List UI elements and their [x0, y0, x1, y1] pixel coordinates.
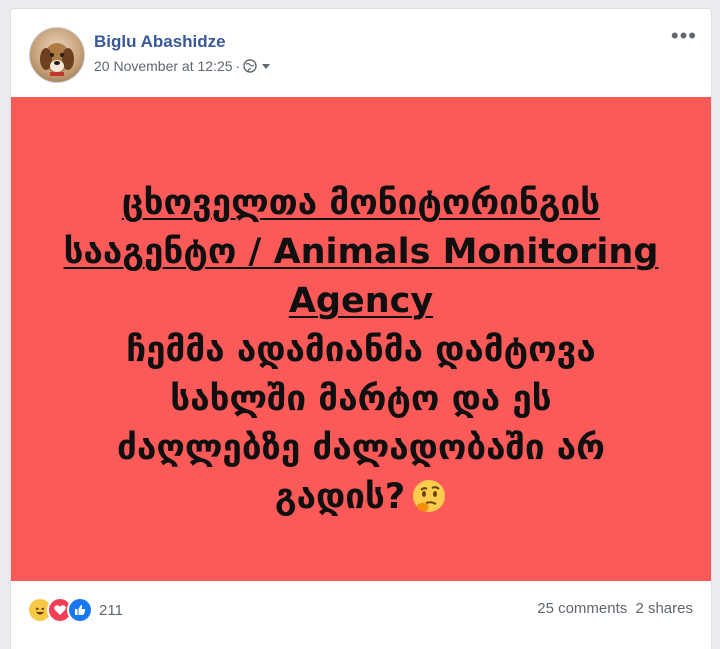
engagement-stats: 25 comments 2 shares [533, 600, 693, 617]
banner-text: ცხოველთა მონიტორინგის სააგენტო / Animals… [41, 179, 681, 528]
reaction-summary[interactable]: 211 [27, 597, 123, 623]
caret-down-icon[interactable] [260, 60, 272, 72]
banner-line-6: ძაღლებზე ძალადობაში არ [117, 428, 605, 468]
banner-line-7-wrap: გადის? [41, 473, 681, 528]
post-text-banner: ცხოველთა მონიტორინგის სააგენტო / Animals… [11, 97, 711, 581]
banner-line-1: ცხოველთა მონიტორინგის [121, 183, 601, 223]
dog-avatar-icon [40, 43, 74, 76]
banner-line-3: Agency [288, 281, 434, 321]
author-avatar[interactable] [29, 27, 85, 83]
like-icon [67, 597, 93, 623]
author-name[interactable]: Biglu Abashidze [94, 32, 226, 52]
banner-line-4: ჩემმა ადამიანმა დამტოვა [126, 330, 596, 370]
more-options-button[interactable]: ••• [671, 25, 697, 47]
thinking-face-emoji-icon [411, 478, 447, 528]
comments-count-link[interactable]: 25 comments [537, 600, 627, 617]
banner-line-5: სახლში მარტო და ეს [170, 379, 552, 419]
globe-icon[interactable] [243, 59, 257, 73]
banner-line-2: სააგენტო / Animals Monitoring [63, 232, 659, 272]
post-header: Biglu Abashidze 20 November at 12:25 · •… [11, 9, 711, 97]
post-footer: 211 25 comments 2 shares [11, 581, 711, 645]
meta-separator: · [235, 58, 241, 74]
post-card: Biglu Abashidze 20 November at 12:25 · •… [10, 8, 712, 649]
post-timestamp[interactable]: 20 November at 12:25 [94, 58, 233, 74]
banner-line-7: გადის? [274, 477, 406, 517]
shares-count-link[interactable]: 2 shares [635, 600, 693, 617]
post-meta: 20 November at 12:25 · [94, 58, 272, 74]
reaction-count: 211 [99, 601, 123, 619]
